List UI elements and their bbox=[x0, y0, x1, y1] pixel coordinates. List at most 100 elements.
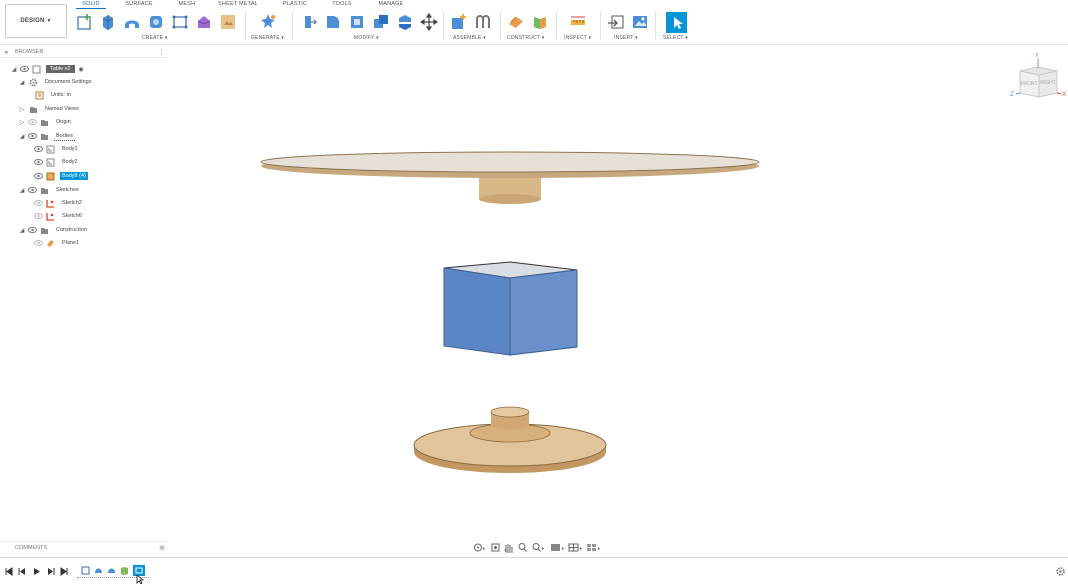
table-top-body[interactable] bbox=[260, 151, 760, 204]
joint-icon[interactable] bbox=[474, 13, 492, 31]
new-component-icon[interactable] bbox=[450, 13, 468, 31]
visibility-eye-icon[interactable] bbox=[28, 227, 37, 234]
revolve-feature-icon[interactable] bbox=[107, 566, 116, 575]
tab-surface[interactable]: SURFACE bbox=[123, 0, 155, 8]
collapsed-triangle-icon[interactable]: ▷ bbox=[18, 119, 26, 126]
sweep-icon[interactable] bbox=[147, 13, 165, 31]
create-sketch-icon[interactable] bbox=[76, 13, 94, 31]
tab-plastic[interactable]: PLASTIC bbox=[280, 0, 310, 8]
visibility-eye-icon[interactable] bbox=[34, 159, 43, 166]
panel-options-icon[interactable]: ⋮ bbox=[158, 48, 165, 56]
extrude-icon[interactable] bbox=[99, 13, 117, 31]
offset-plane-icon[interactable] bbox=[507, 13, 525, 31]
generate-group-label[interactable]: GENERATE ▾ bbox=[251, 35, 284, 42]
insert-group-label[interactable]: INSERT ▾ bbox=[614, 35, 638, 42]
insert-derive-icon[interactable] bbox=[607, 13, 625, 31]
viewcube-right-label[interactable]: RIGHT bbox=[1040, 80, 1056, 86]
expand-triangle-icon[interactable]: ◢ bbox=[18, 79, 26, 86]
extrude-feature-icon[interactable] bbox=[120, 566, 129, 575]
modify-group-label[interactable]: MODIFY ▾ bbox=[354, 35, 379, 42]
tree-node-body2[interactable]: Body2 bbox=[32, 156, 80, 168]
select-group-label[interactable]: SELECT ▾ bbox=[663, 35, 688, 42]
collapse-panel-icon[interactable]: ◂ bbox=[4, 48, 8, 56]
visibility-eye-icon[interactable] bbox=[34, 213, 43, 220]
pan-icon[interactable] bbox=[504, 544, 513, 553]
add-comment-icon[interactable]: ⊕ bbox=[159, 544, 165, 552]
orbit-icon[interactable] bbox=[474, 543, 486, 552]
rectangle-icon[interactable] bbox=[171, 13, 189, 31]
expand-triangle-icon[interactable]: ◢ bbox=[18, 133, 26, 140]
selected-box-body[interactable] bbox=[443, 261, 578, 356]
plane-at-angle-icon[interactable] bbox=[531, 13, 549, 31]
visibility-eye-icon[interactable] bbox=[34, 173, 43, 180]
go-to-start-icon[interactable] bbox=[4, 567, 13, 576]
fit-zoom-icon[interactable] bbox=[532, 543, 544, 552]
tree-node-construction[interactable]: ◢ Construction bbox=[18, 224, 89, 236]
sketch-feature-icon[interactable] bbox=[81, 566, 90, 575]
revolve-feature-icon[interactable] bbox=[94, 566, 103, 575]
tab-manage[interactable]: MANAGE bbox=[374, 0, 408, 8]
tab-sheet-metal[interactable]: SHEET METAL bbox=[217, 0, 259, 8]
tree-node-root[interactable]: ◢ Table v2 ◉ bbox=[10, 63, 84, 75]
select-icon[interactable] bbox=[666, 12, 687, 33]
visibility-eye-icon[interactable] bbox=[34, 200, 43, 207]
form-icon[interactable] bbox=[195, 13, 213, 31]
shell-icon[interactable] bbox=[348, 13, 366, 31]
table-base-body[interactable] bbox=[413, 406, 607, 473]
visibility-eye-icon[interactable] bbox=[34, 240, 43, 247]
visibility-eye-icon[interactable] bbox=[28, 133, 37, 140]
3d-viewport[interactable]: FRONT RIGHT Y Z X bbox=[170, 46, 1068, 540]
timeline-settings-gear-icon[interactable] bbox=[1055, 566, 1066, 577]
browser-panel-header[interactable]: ◂ BROWSER ⋮ bbox=[0, 47, 168, 58]
measure-icon[interactable] bbox=[569, 13, 587, 31]
viewports-icon[interactable] bbox=[587, 544, 600, 551]
tree-node-plane1[interactable]: Plane1 bbox=[32, 237, 81, 249]
tree-node-origin[interactable]: ▷ Origin bbox=[18, 116, 73, 128]
tab-mesh[interactable]: MESH bbox=[176, 0, 198, 8]
press-pull-icon[interactable] bbox=[300, 13, 318, 31]
combine-icon[interactable] bbox=[372, 13, 390, 31]
tree-node-sketch2[interactable]: Sketch2 bbox=[32, 197, 84, 209]
tree-node-sketch6[interactable]: Sketch6 bbox=[32, 210, 84, 222]
view-cube[interactable]: FRONT RIGHT Y Z X bbox=[1010, 53, 1066, 98]
grid-settings-icon[interactable] bbox=[568, 543, 582, 552]
expand-triangle-icon[interactable]: ◢ bbox=[18, 187, 26, 194]
fillet-icon[interactable] bbox=[324, 13, 342, 31]
step-forward-icon[interactable] bbox=[46, 567, 55, 576]
create-group-label[interactable]: CREATE ▾ bbox=[142, 35, 167, 42]
insert-decal-icon[interactable] bbox=[219, 13, 237, 31]
assemble-group-label[interactable]: ASSEMBLE ▾ bbox=[453, 35, 486, 42]
expand-triangle-icon[interactable]: ◢ bbox=[10, 66, 18, 73]
inspect-group-label[interactable]: INSPECT ▾ bbox=[564, 35, 591, 42]
radio-target-icon[interactable]: ◉ bbox=[79, 66, 84, 73]
tree-node-body1[interactable]: Body1 bbox=[32, 143, 80, 155]
visibility-eye-icon[interactable] bbox=[28, 119, 37, 126]
visibility-eye-icon[interactable] bbox=[20, 66, 29, 73]
tree-node-document-settings[interactable]: ◢ Document Settings bbox=[18, 76, 93, 88]
insert-canvas-icon[interactable] bbox=[631, 13, 649, 31]
viewcube-front-label[interactable]: FRONT bbox=[1020, 81, 1037, 87]
display-settings-icon[interactable] bbox=[551, 544, 564, 551]
revolve-icon[interactable] bbox=[123, 13, 141, 31]
go-to-end-icon[interactable] bbox=[60, 567, 69, 576]
split-body-icon[interactable] bbox=[396, 13, 414, 31]
construct-group-label[interactable]: CONSTRUCT ▾ bbox=[507, 35, 544, 42]
zoom-icon[interactable] bbox=[518, 543, 527, 552]
step-back-icon[interactable] bbox=[18, 567, 27, 576]
tab-solid[interactable]: SOLID bbox=[80, 0, 102, 8]
comments-panel[interactable]: COMMENTS ⊕ bbox=[0, 541, 168, 553]
tree-node-body8[interactable]: Body8 (4) bbox=[32, 170, 88, 182]
tree-node-sketches[interactable]: ◢ Sketches bbox=[18, 184, 81, 196]
tab-tools[interactable]: TOOLS bbox=[329, 0, 355, 8]
tree-node-bodies[interactable]: ◢ Bodies bbox=[18, 130, 75, 142]
tree-node-units[interactable]: Units: in bbox=[32, 89, 73, 101]
collapsed-triangle-icon[interactable]: ▷ bbox=[18, 106, 26, 113]
visibility-eye-icon[interactable] bbox=[34, 146, 43, 153]
workspace-switcher[interactable]: DESIGN ▼ bbox=[5, 4, 67, 38]
tree-node-named-views[interactable]: ▷ Named Views bbox=[18, 103, 81, 115]
expand-triangle-icon[interactable]: ◢ bbox=[18, 227, 26, 234]
play-icon[interactable] bbox=[32, 567, 41, 576]
visibility-eye-icon[interactable] bbox=[28, 187, 37, 194]
generative-design-icon[interactable] bbox=[259, 13, 277, 31]
move-icon[interactable] bbox=[420, 13, 438, 31]
